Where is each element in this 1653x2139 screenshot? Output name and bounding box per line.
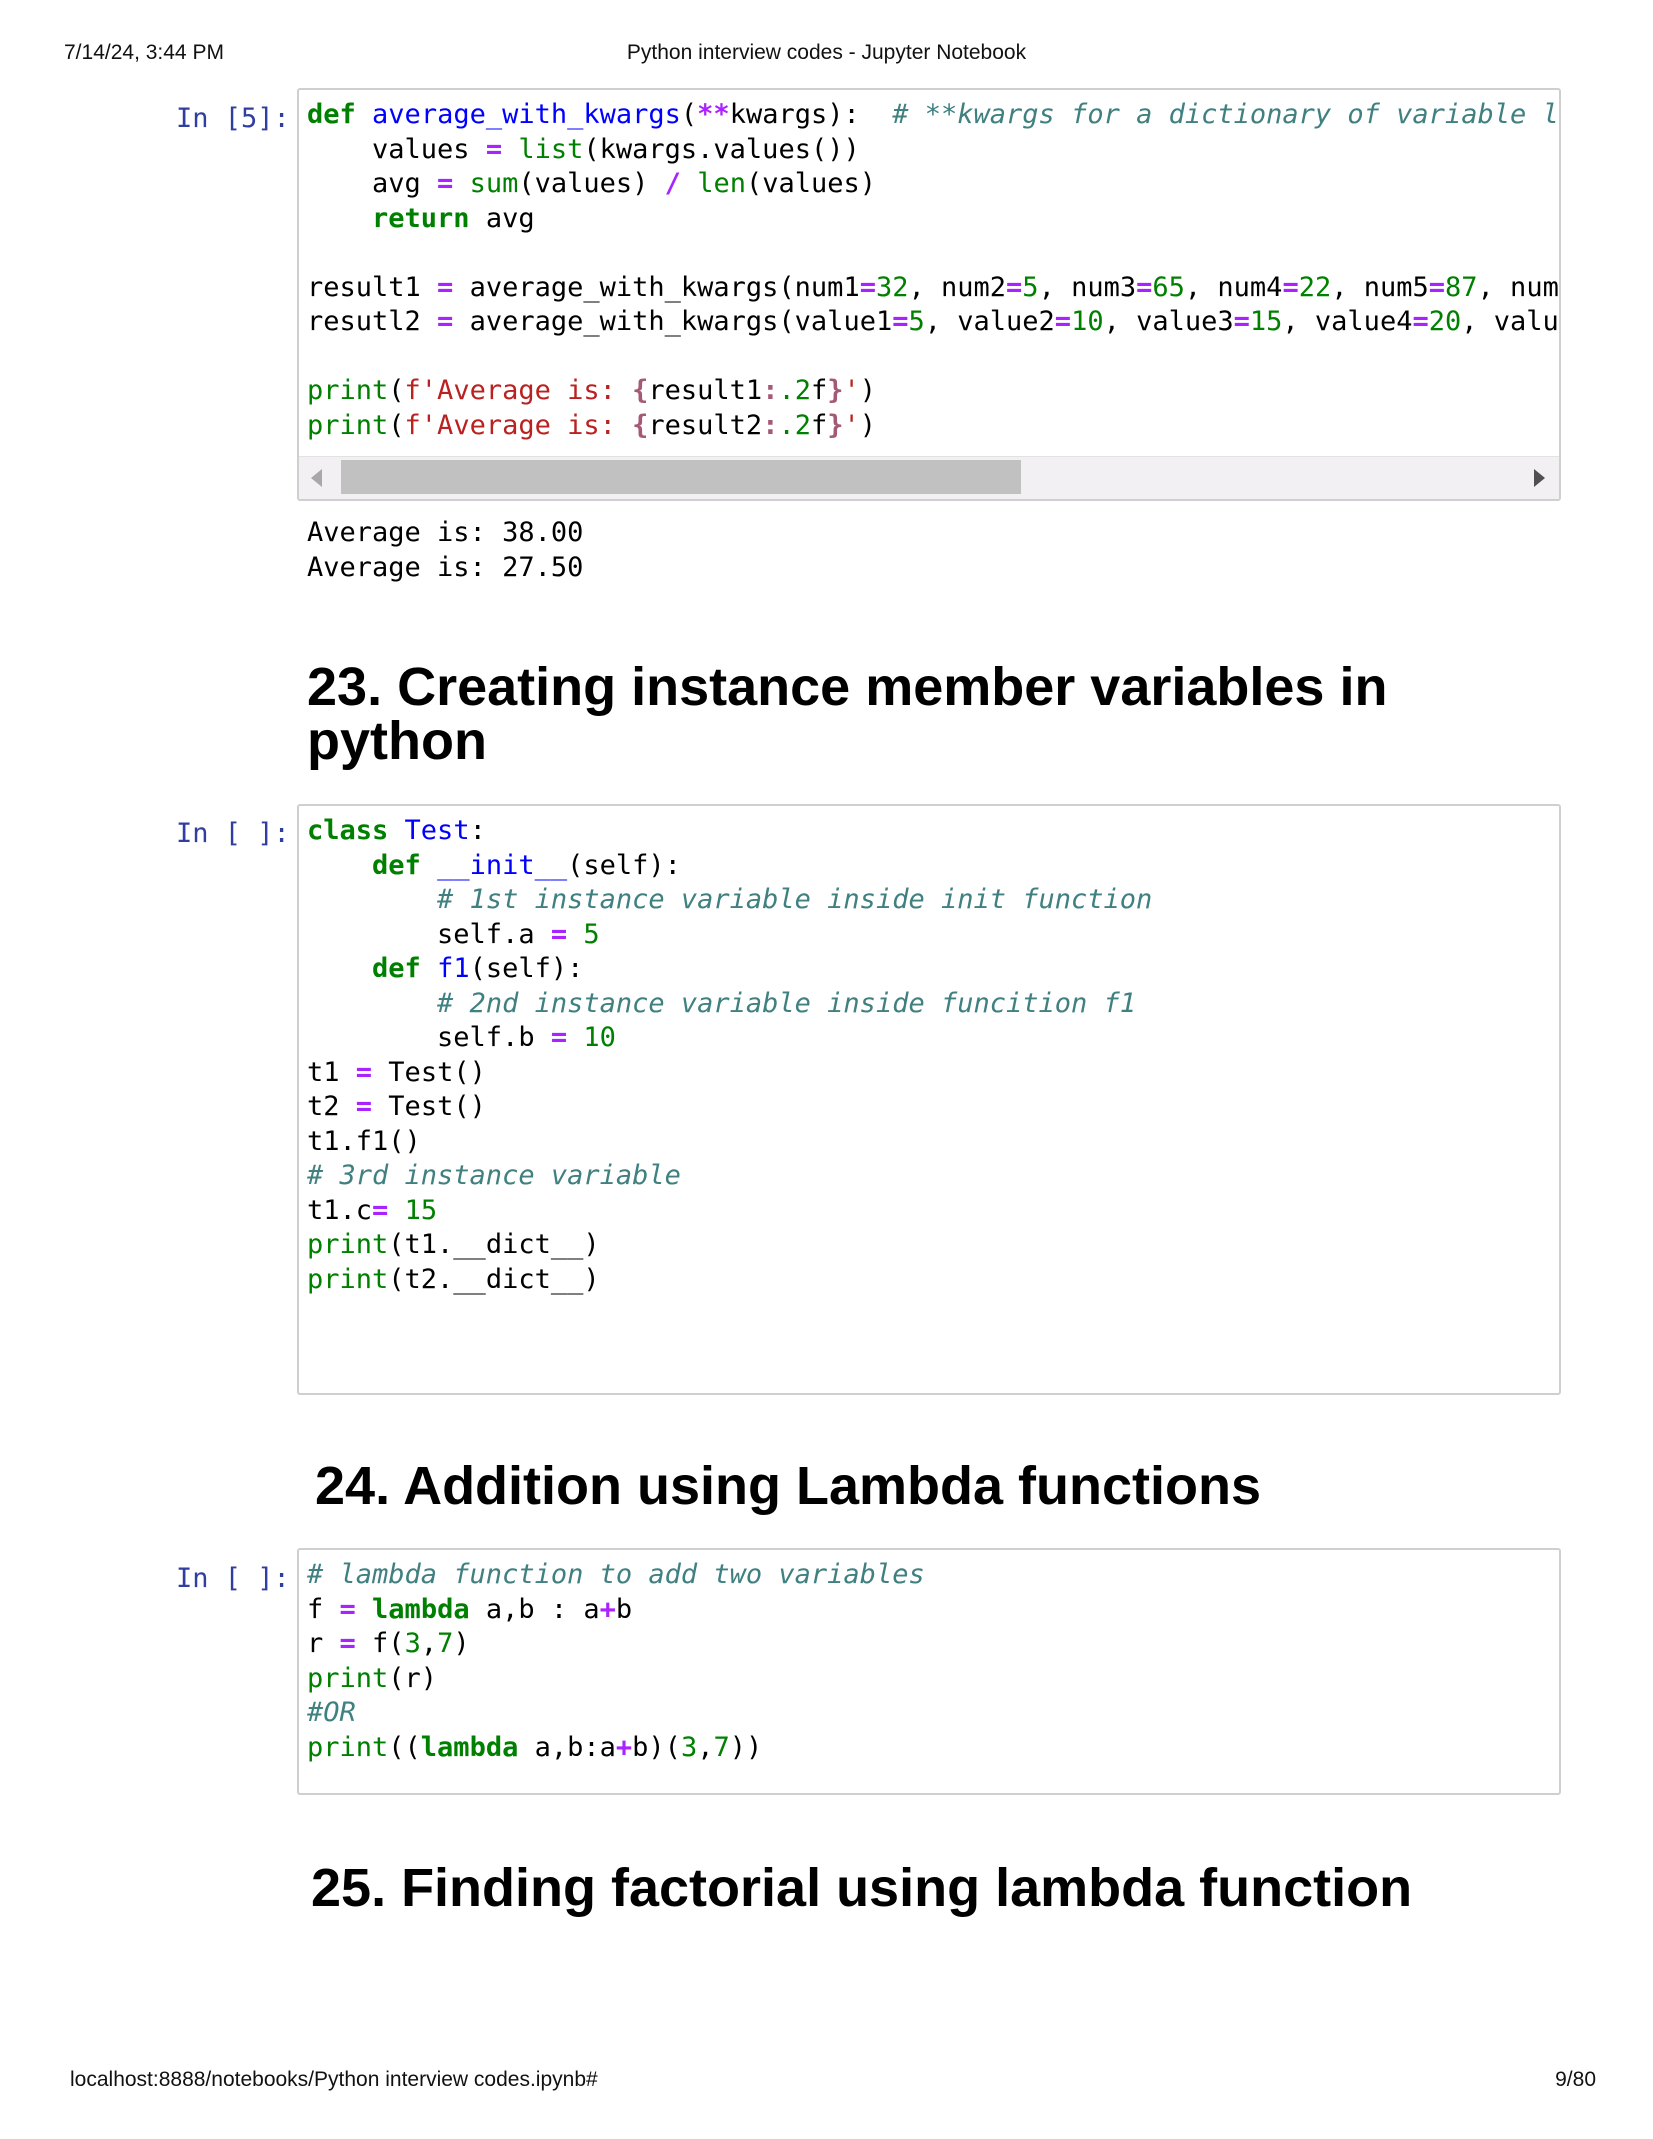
code-line: r = f(3,7) [307, 1628, 470, 1659]
scroll-right-arrow-icon[interactable] [1534, 469, 1545, 487]
input-prompt: In [ ]: [176, 1563, 290, 1594]
code-line: # 2nd instance variable inside funcition… [437, 987, 1137, 1019]
code-line: #OR [307, 1697, 356, 1728]
code-editor[interactable]: # lambda function to add two variables f… [307, 1558, 925, 1765]
print-footer-url: localhost:8888/notebooks/Python intervie… [70, 2068, 598, 2091]
output-line: Average is: 27.50 [307, 551, 584, 583]
code-line: avg = sum(values) / len(values) [307, 168, 877, 199]
code-line: result1 = average_with_kwargs(num1=32, n… [307, 271, 1559, 303]
print-page-number: 9/80 [1555, 2068, 1596, 2091]
code-editor[interactable]: class Test: def __init__(self): # 1st in… [307, 814, 1152, 1297]
print-page-title: Python interview codes - Jupyter Noteboo… [626, 41, 1027, 64]
code-line: print((lambda a,b:a+b)(3,7)) [307, 1731, 763, 1763]
code-line: t1 = Test() [307, 1056, 486, 1088]
code-line: def f1(self): [372, 953, 584, 984]
code-line: class Test: [307, 815, 486, 846]
code-line: def average_with_kwargs(**kwargs): # **k… [307, 99, 1561, 130]
code-line: def __init__(self): [372, 849, 681, 881]
scroll-left-arrow-icon[interactable] [311, 469, 322, 487]
code-line: f = lambda a,b : a+b [307, 1593, 633, 1625]
heading-line: python [307, 711, 487, 771]
code-line: # 1st instance variable inside init func… [437, 884, 1153, 915]
heading-line: 23. Creating instance member variables i… [307, 657, 1388, 717]
code-line: values = list(kwargs.values()) [307, 133, 860, 165]
code-line: print(f'Average is: {result1:.2f}') [307, 375, 877, 406]
code-cell-kwargs[interactable]: def average_with_kwargs(**kwargs): # **k… [297, 88, 1561, 501]
horizontal-scrollbar[interactable] [299, 456, 1559, 499]
section-heading-23: 23. Creating instance member variables i… [307, 660, 1387, 768]
code-line: print(t2.__dict__) [307, 1263, 600, 1295]
code-line: self.b = 10 [307, 1022, 616, 1053]
code-line: print(f'Average is: {result2:.2f}') [307, 409, 877, 441]
cell-output: Average is: 38.00 Average is: 27.50 [307, 516, 583, 585]
code-cell-instance-variables[interactable]: class Test: def __init__(self): # 1st in… [297, 804, 1561, 1395]
output-line: Average is: 38.00 [307, 517, 584, 548]
code-line: # 3rd instance variable [307, 1160, 681, 1191]
section-heading-24: 24. Addition using Lambda functions [315, 1456, 1262, 1516]
code-editor[interactable]: def average_with_kwargs(**kwargs): # **k… [307, 98, 1561, 443]
code-line: print(t1.__dict__) [307, 1229, 600, 1260]
code-cell-lambda-addition[interactable]: # lambda function to add two variables f… [297, 1548, 1561, 1795]
code-line: # lambda function to add two variables [307, 1559, 925, 1590]
code-line: return avg [372, 202, 535, 234]
scrollbar-thumb[interactable] [341, 460, 1021, 494]
section-heading-25: 25. Finding factorial using lambda funct… [311, 1858, 1413, 1918]
code-line: self.a = 5 [307, 918, 600, 950]
code-line: t1.c= 15 [307, 1194, 438, 1226]
code-line: t2 = Test() [307, 1091, 486, 1122]
input-prompt: In [5]: [176, 103, 290, 134]
code-line: print(r) [307, 1662, 438, 1694]
input-prompt: In [ ]: [176, 818, 290, 849]
code-line: t1.f1() [307, 1125, 421, 1157]
code-line: resutl2 = average_with_kwargs(value1=5, … [307, 306, 1559, 337]
